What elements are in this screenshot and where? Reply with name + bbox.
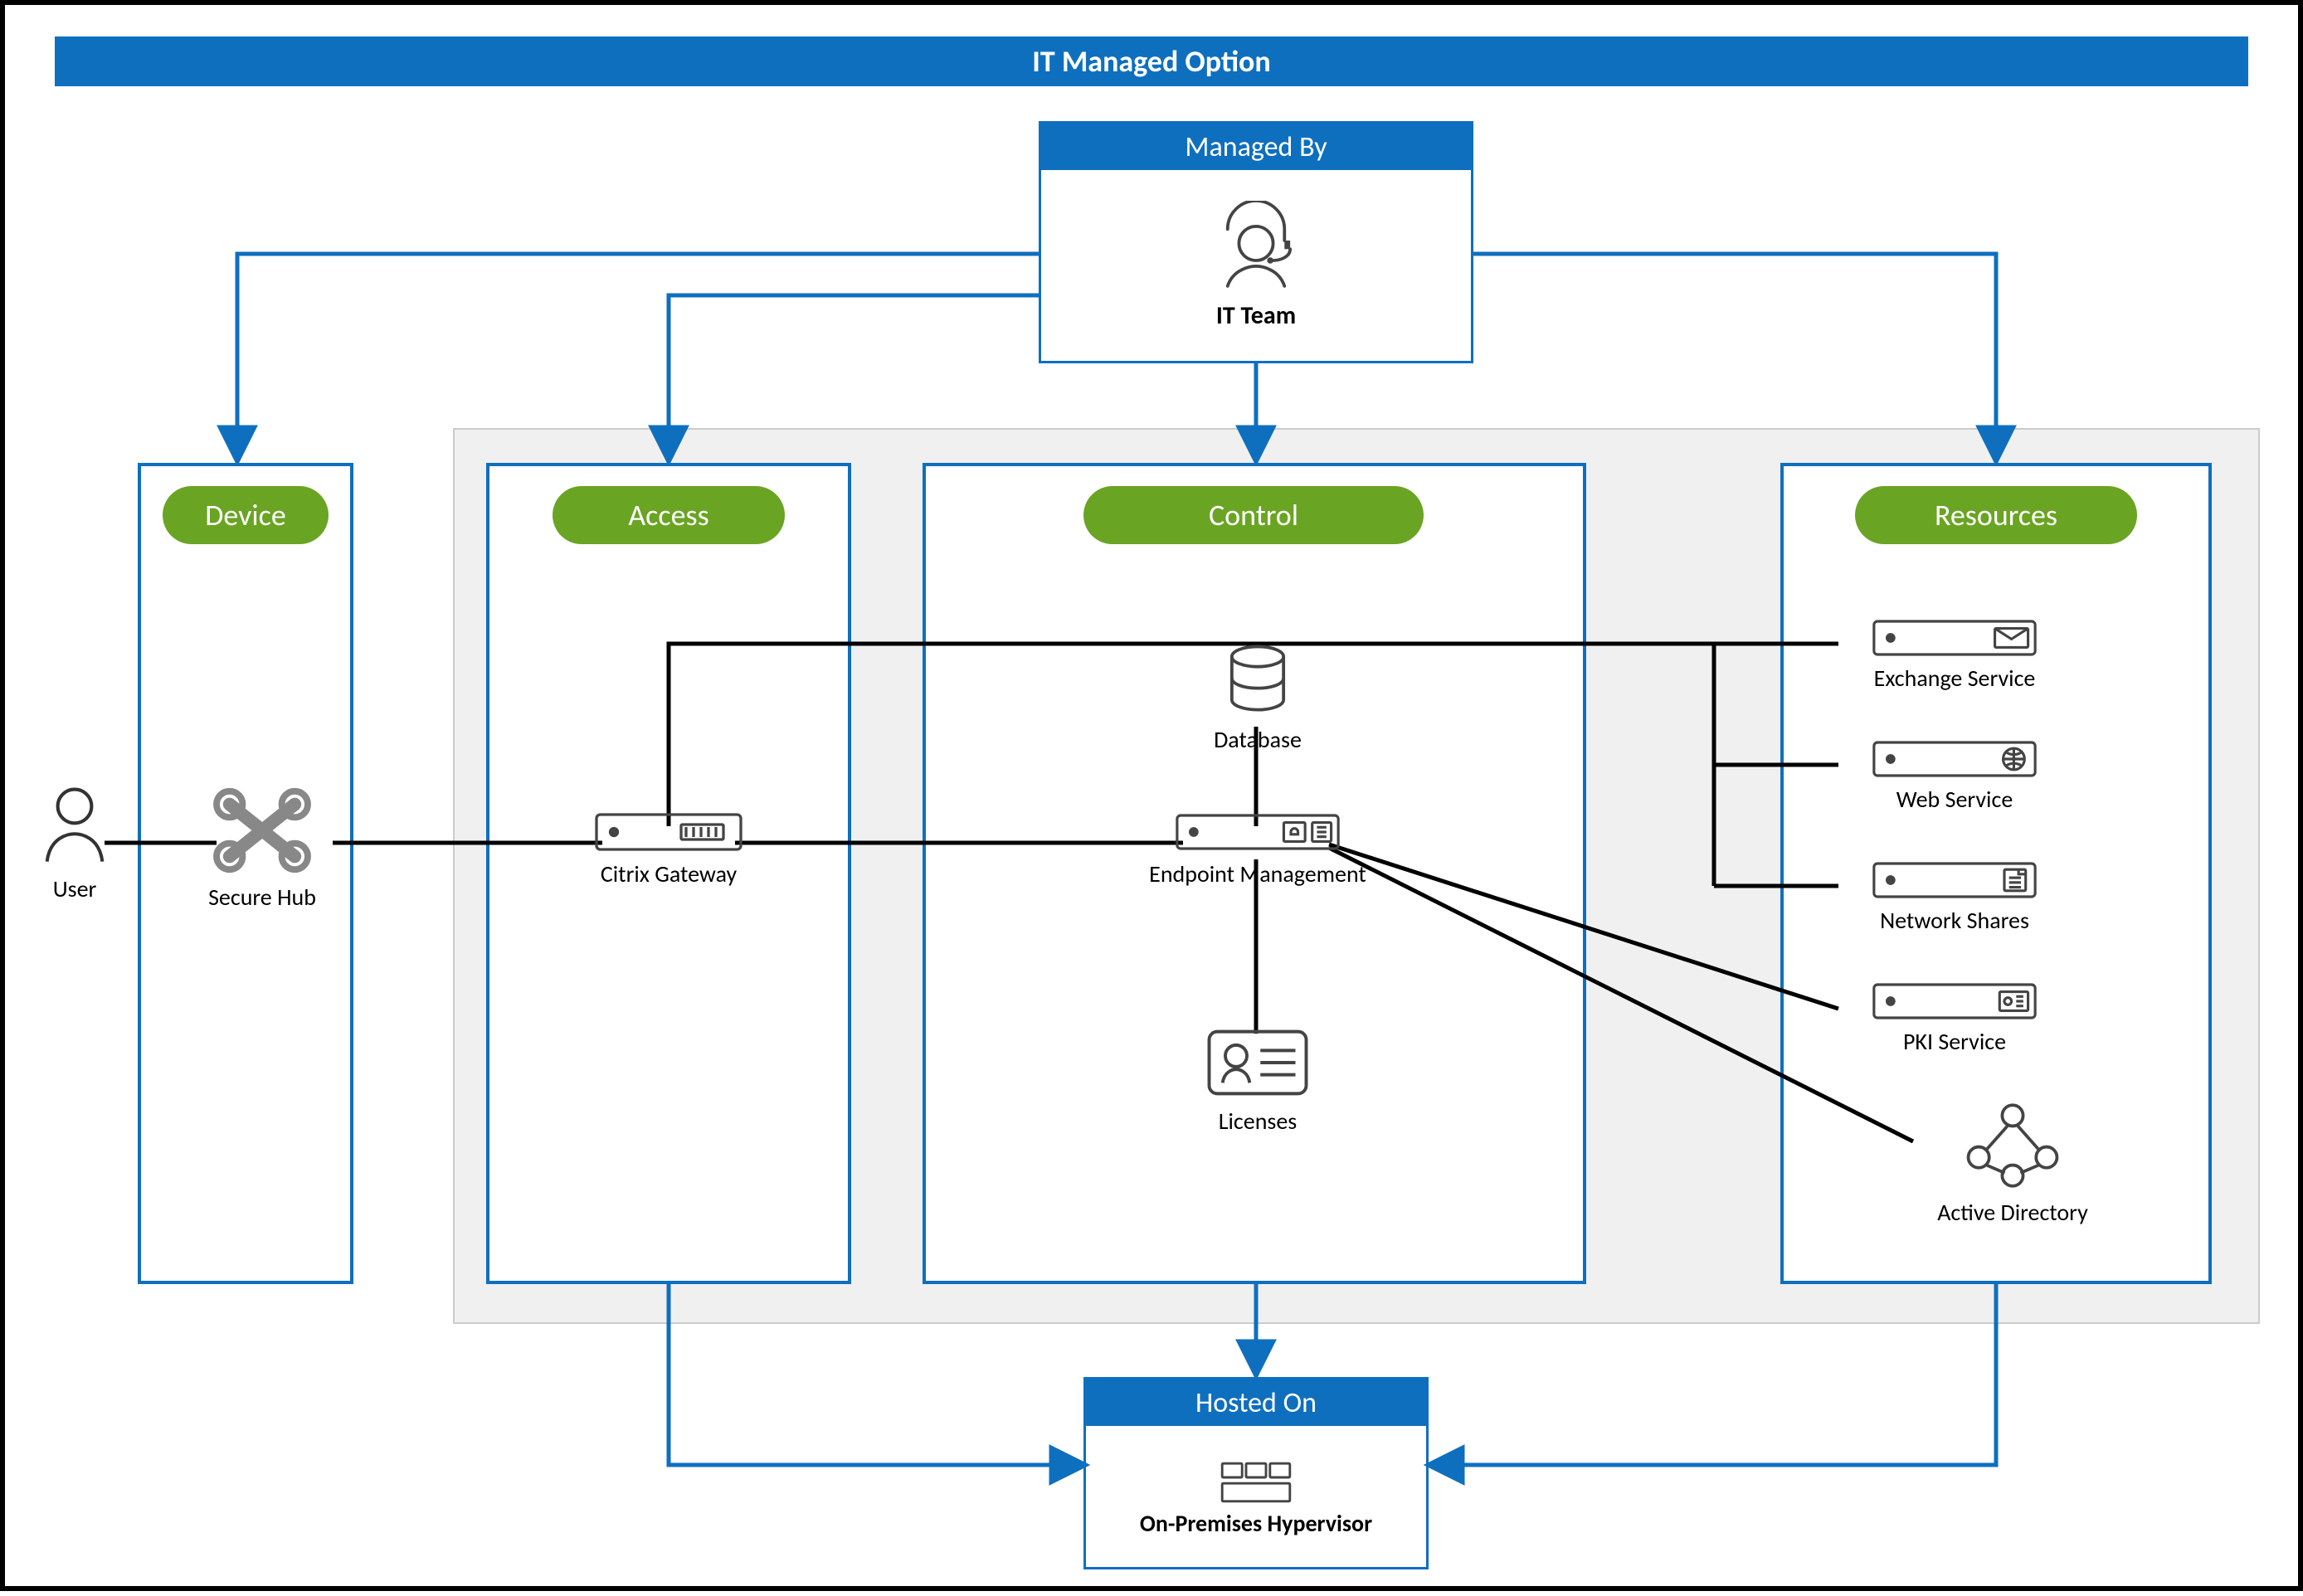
database-icon xyxy=(1220,644,1295,718)
user-icon xyxy=(37,785,112,868)
citrix-gateway-node: Citrix Gateway xyxy=(577,811,760,888)
secure-hub-node: Secure Hub xyxy=(187,785,337,911)
web-icon xyxy=(1872,740,2038,778)
secure-hub-icon xyxy=(208,785,316,876)
user-label: User xyxy=(25,877,124,903)
active-directory-icon xyxy=(1959,1100,2067,1191)
it-team-icon xyxy=(1210,201,1302,300)
web-label: Web Service xyxy=(1838,787,2071,813)
endpoint-node: Endpoint Management xyxy=(1142,811,1374,888)
license-icon xyxy=(1204,1025,1312,1100)
user-node: User xyxy=(25,785,124,903)
exchange-node: Exchange Service xyxy=(1838,619,2071,692)
control-zone-label: Control xyxy=(1083,486,1424,544)
shares-label: Network Shares xyxy=(1838,908,2071,934)
pki-node: PKI Service xyxy=(1838,982,2071,1055)
ad-label: Active Directory xyxy=(1896,1200,2129,1226)
gateway-icon xyxy=(594,811,743,853)
shares-icon xyxy=(1872,861,2038,899)
licenses-node: Licenses xyxy=(1191,1025,1324,1135)
hosted-on-label: On-Premises Hypervisor xyxy=(1140,1509,1372,1538)
web-node: Web Service xyxy=(1838,740,2071,813)
pki-icon xyxy=(1872,982,2038,1020)
managed-by-box: Managed By IT Team xyxy=(1039,121,1473,363)
access-zone-label: Access xyxy=(553,486,785,544)
hosted-on-header: Hosted On xyxy=(1086,1379,1426,1426)
resources-zone-label: Resources xyxy=(1855,486,2137,544)
database-node: Database xyxy=(1200,644,1316,753)
device-zone-label: Device xyxy=(163,486,329,544)
exchange-label: Exchange Service xyxy=(1838,666,2071,692)
hypervisor-icon xyxy=(1216,1456,1296,1509)
secure-hub-label: Secure Hub xyxy=(187,885,337,911)
exchange-icon xyxy=(1872,619,2038,657)
diagram-canvas: IT Managed Option xyxy=(0,0,2303,1591)
pki-label: PKI Service xyxy=(1838,1029,2071,1055)
managed-by-header: Managed By xyxy=(1041,124,1471,170)
citrix-gateway-label: Citrix Gateway xyxy=(577,862,760,888)
title-bar: IT Managed Option xyxy=(55,36,2248,86)
endpoint-icon xyxy=(1175,811,1341,853)
database-label: Database xyxy=(1200,727,1316,753)
managed-by-label: IT Team xyxy=(1216,300,1296,331)
endpoint-label: Endpoint Management xyxy=(1142,862,1374,888)
hosted-on-box: Hosted On On-Premises Hypervisor xyxy=(1083,1377,1429,1569)
ad-node: Active Directory xyxy=(1896,1100,2129,1226)
licenses-label: Licenses xyxy=(1191,1109,1324,1135)
shares-node: Network Shares xyxy=(1838,861,2071,934)
